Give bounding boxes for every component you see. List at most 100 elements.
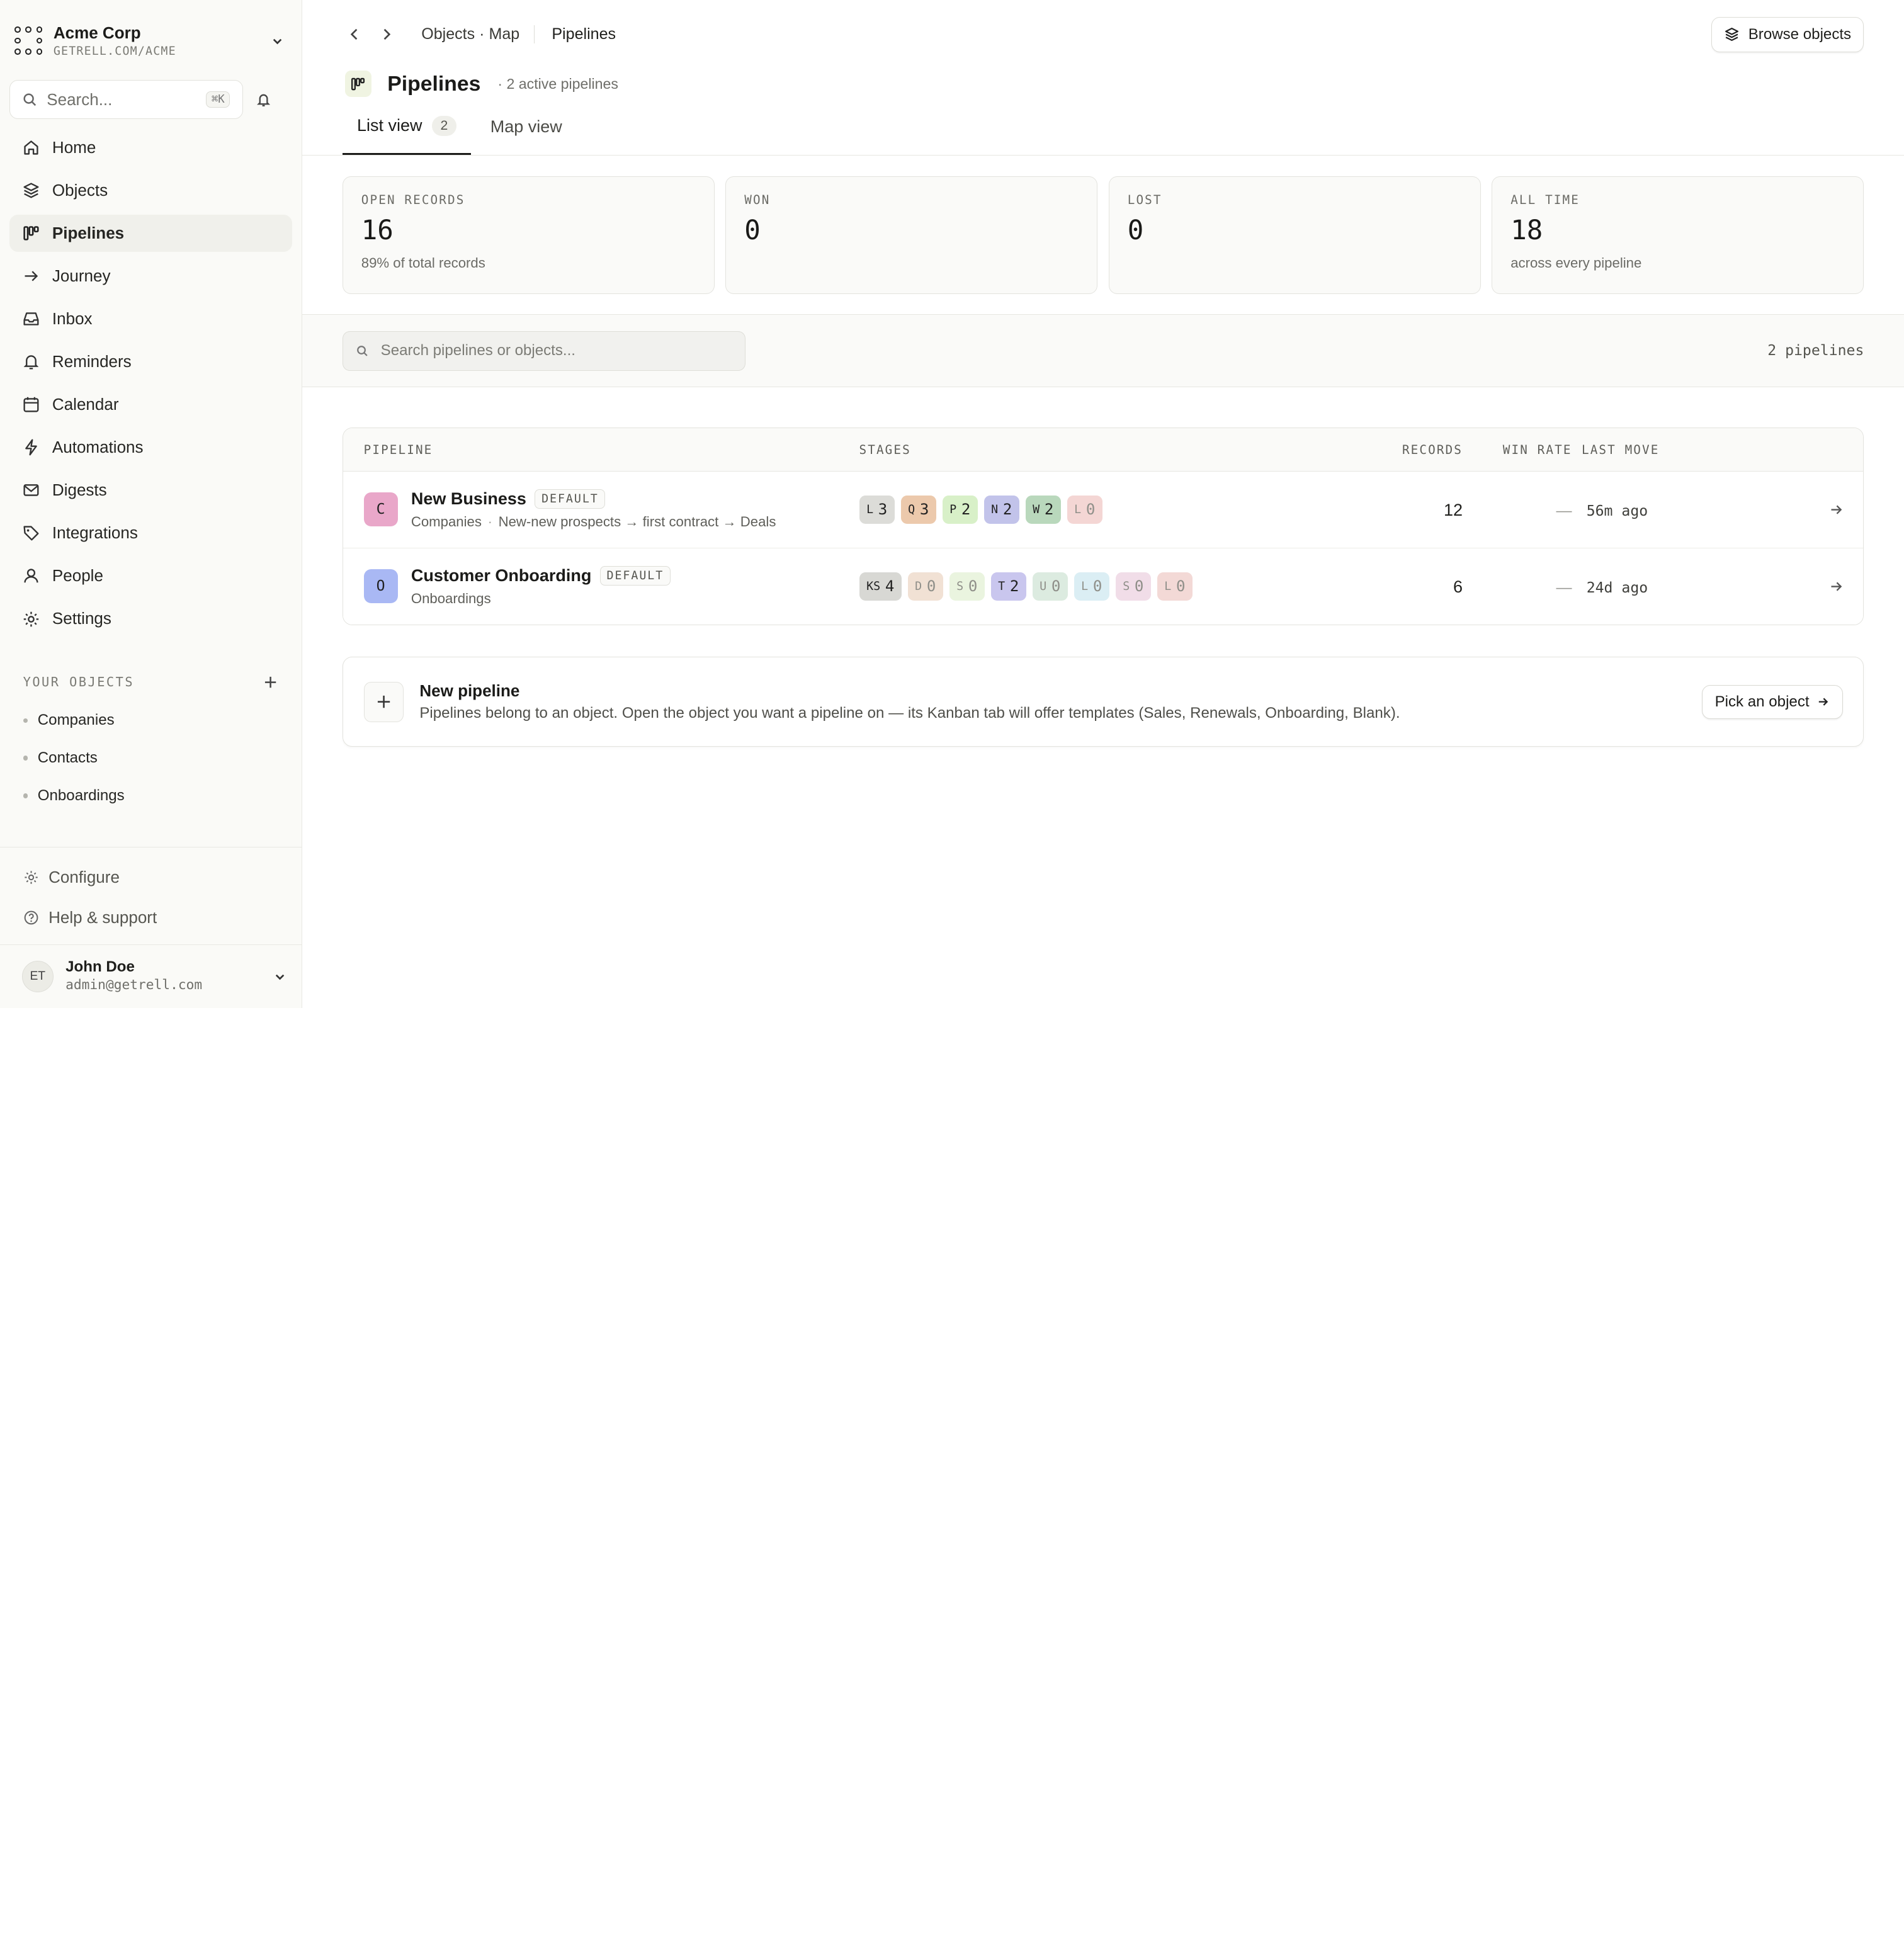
stat-label: WON (744, 192, 771, 207)
nav-item-automations[interactable]: Automations (9, 429, 292, 467)
col-last-move[interactable]: LAST MOVE (1572, 443, 1810, 457)
records-count: 12 (1443, 501, 1463, 520)
stage-chip: N2 (983, 496, 1019, 524)
tab-label: Map view (490, 116, 562, 136)
arrow-right-icon[interactable] (1828, 579, 1844, 594)
pipeline-search-placeholder: Search pipelines or objects... (380, 342, 575, 360)
nav-label: Pipelines (52, 223, 125, 242)
gear-icon (23, 611, 38, 626)
stage-chip: L3 (859, 496, 895, 524)
stat-card-won: WON 0 (725, 176, 1098, 294)
win-rate: — (1556, 502, 1572, 520)
pipeline-icon (344, 70, 372, 98)
sparkle-icon (24, 871, 38, 884)
chevron-down-icon[interactable] (273, 970, 287, 984)
object-label: Contacts (37, 749, 98, 767)
plus-icon[interactable] (363, 681, 404, 722)
stat-value: 0 (744, 215, 761, 247)
pipeline-object: Onboardings (411, 590, 491, 606)
nav-item-objects[interactable]: Objects (9, 171, 292, 209)
nav-item-journey[interactable]: Journey (9, 258, 292, 295)
nav-item-digests[interactable]: Digests (9, 472, 292, 509)
breadcrumb-parent[interactable]: Objects · Map (421, 25, 535, 44)
tag-icon (23, 526, 39, 541)
stat-value: 18 (1510, 215, 1543, 247)
stage-chip: D0 (907, 572, 943, 601)
tab-label: List view (357, 116, 422, 135)
stage-chip: S0 (1115, 572, 1151, 601)
arrow-right-icon (1818, 698, 1828, 706)
stat-sub: across every pipeline (1510, 254, 1642, 271)
stat-value: 16 (361, 215, 394, 247)
table-row[interactable]: C New Business DEFAULT Companies · New-new… (343, 472, 1864, 548)
pipeline-search-input[interactable]: Search pipelines or objects... (342, 331, 746, 371)
stage-chip: Q3 (900, 496, 936, 524)
nav-item-reminders[interactable]: Reminders (9, 343, 292, 381)
object-item-onboardings[interactable]: Onboardings (0, 777, 302, 815)
new-pipeline-card: New pipeline Pipelines belong to an obje… (342, 657, 1864, 747)
pick-object-button[interactable]: Pick an object (1702, 684, 1843, 719)
pipeline-name: Customer Onboarding (411, 566, 592, 586)
nav-item-integrations[interactable]: Integrations (9, 514, 292, 552)
nav-item-settings[interactable]: Settings (9, 600, 292, 638)
arrow-right-icon[interactable] (1828, 502, 1844, 518)
pipelines-table: PIPELINE STAGES RECORDS WIN RATE LAST MO… (342, 427, 1864, 626)
table-header: PIPELINE STAGES RECORDS WIN RATE LAST MO… (343, 428, 1864, 472)
stage-chip: L0 (1157, 572, 1193, 601)
bullet-icon (23, 718, 28, 723)
col-pipeline[interactable]: PIPELINE (343, 443, 859, 457)
nav-label: Objects (52, 180, 108, 200)
tab-list-view[interactable]: List view 2 (342, 99, 471, 155)
stat-card-lost: LOST 0 (1108, 176, 1481, 294)
stat-label: ALL TIME (1510, 192, 1580, 207)
configure-link[interactable]: Configure (9, 858, 292, 898)
default-tag: DEFAULT (535, 489, 606, 509)
pipeline-badge: O (363, 569, 398, 604)
stat-card-open-records: OPEN RECORDS 16 89% of total records (342, 176, 715, 294)
help-link[interactable]: Help & support (9, 897, 292, 938)
nav-item-pipelines[interactable]: Pipelines (9, 214, 292, 252)
pipeline-count: 2 pipelines (1767, 343, 1864, 360)
chevron-down-icon[interactable] (268, 31, 287, 51)
col-win-rate[interactable]: WIN RATE (1463, 443, 1572, 457)
stage-chip: T2 (990, 572, 1026, 601)
object-item-contacts[interactable]: Contacts (0, 739, 302, 777)
new-pipeline-title: New pipeline (419, 681, 520, 701)
search-input[interactable]: Search... ⌘K (9, 80, 243, 119)
help-icon (24, 910, 38, 924)
user-email: admin@getrell.com (65, 977, 203, 994)
layers-icon (23, 183, 39, 198)
nav-item-people[interactable]: People (9, 557, 292, 595)
stage-chip: KS 4 (859, 572, 902, 601)
stage-chips: KS 4 D0 S0 T2 U0 L0 S0 L0 (859, 572, 1321, 601)
object-label: Companies (37, 711, 115, 729)
browse-objects-button[interactable]: Browse objects (1711, 17, 1864, 52)
nav-label: Reminders (52, 352, 132, 371)
notifications-bell-icon[interactable] (246, 92, 282, 108)
table-row[interactable]: O Customer Onboarding DEFAULT Onboarding… (343, 548, 1864, 625)
nav-label: Digests (52, 480, 107, 500)
col-records[interactable]: RECORDS (1320, 443, 1463, 457)
stage-chip: L0 (1074, 572, 1109, 601)
org-switcher[interactable]: Acme Corp GETRELL.COM/ACME (0, 0, 302, 68)
configure-label: Configure (48, 867, 120, 887)
nav-item-home[interactable]: Home (9, 128, 292, 166)
page-subtitle: · 2 active pipelines (497, 75, 618, 92)
back-arrow-icon[interactable] (346, 26, 363, 43)
nav-item-calendar[interactable]: Calendar (9, 386, 292, 424)
object-item-companies[interactable]: Companies (0, 702, 302, 740)
stage-chips: L3 Q3 P2 N2 W2 L0 (859, 496, 1321, 524)
stat-card-all-time: ALL TIME 18 across every pipeline (1492, 176, 1864, 294)
add-object-icon[interactable] (264, 676, 277, 689)
nav-label: Home (52, 137, 96, 157)
tab-count-badge: 2 (431, 116, 456, 136)
breadcrumb-current: Pipelines (552, 25, 616, 43)
org-url: GETRELL.COM/ACME (53, 44, 176, 58)
user-menu[interactable]: ET John Doe admin@getrell.com (0, 944, 302, 1007)
nav-label: Inbox (52, 309, 93, 329)
tab-map-view[interactable]: Map view (476, 99, 577, 155)
stats-row: OPEN RECORDS 16 89% of total records WON… (302, 156, 1904, 294)
forward-arrow-icon[interactable] (378, 26, 395, 43)
view-tabs: List view 2 Map view (302, 99, 1904, 156)
nav-item-inbox[interactable]: Inbox (9, 300, 292, 338)
